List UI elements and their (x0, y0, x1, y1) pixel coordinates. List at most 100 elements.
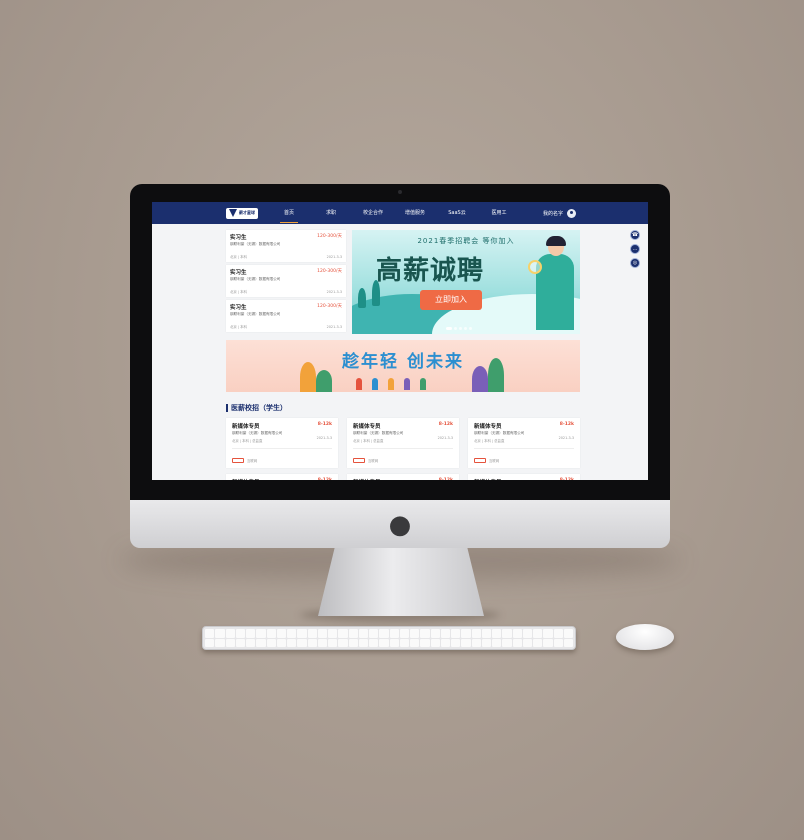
keyboard-key (317, 629, 327, 638)
nav-item-medical-staffing[interactable]: 医用工 (478, 202, 520, 224)
job-salary: 8-12k (438, 422, 453, 427)
person-illustration (528, 236, 574, 330)
apple-logo-icon: ● (388, 510, 412, 540)
industry-tag: 互联网 (368, 459, 379, 463)
keyboard-key (461, 629, 471, 638)
chat-icon[interactable]: … (630, 244, 640, 254)
person-figure (404, 378, 410, 390)
keyboard-key (369, 629, 379, 638)
person-figure (420, 378, 426, 390)
job-date: 2021-3-3 (437, 436, 453, 440)
keyboard-key (338, 638, 348, 647)
nav-item-value-added[interactable]: 增值服务 (394, 202, 436, 224)
people-illustration (356, 378, 426, 390)
keyboard-key (287, 638, 297, 647)
keyboard-key (317, 638, 327, 647)
carousel-dot[interactable] (464, 327, 467, 330)
keyboard-key (461, 638, 471, 647)
campus-job-card[interactable]: 新媒体专员 8-12k 钢联利豪（无锡）数据有限公司 北京 | 本科 | 总监直… (226, 418, 338, 468)
job-date: 2021-3-3 (326, 325, 342, 329)
monitor-chin: ● (130, 500, 670, 548)
keyboard-key (307, 629, 317, 638)
keyboard-key (389, 638, 399, 647)
keyboard-key (358, 638, 368, 647)
campus-job-card[interactable]: 新媒体专员 8-12k (226, 474, 338, 480)
keyboard-key (471, 629, 481, 638)
keyboard (202, 626, 576, 650)
job-meta: 北京 | 本科 (230, 325, 247, 329)
carousel-dot[interactable] (469, 327, 472, 330)
keyboard-key (440, 629, 450, 638)
job-card[interactable]: 实习生 120-300/天 钢联利豪（无锡）数据有限公司 北京 | 本科 202… (226, 265, 346, 297)
promo-title: 趁年轻 创未来 (342, 352, 464, 372)
job-company: 钢联利豪（无锡）数据有限公司 (230, 242, 281, 246)
phone-icon[interactable]: ☎ (630, 230, 640, 240)
company-logo-icon (232, 458, 244, 463)
user-menu[interactable]: 我的名字 (543, 202, 576, 224)
keyboard-key (205, 629, 215, 638)
service-icon[interactable]: ◎ (630, 258, 640, 268)
keyboard-key (266, 629, 276, 638)
keyboard-key (522, 638, 532, 647)
campus-job-cards-row-2: 新媒体专员 8-12k 新媒体专员 8-12k 新媒体专员 8-12k (226, 474, 580, 480)
section-title: 医薪校招（学生） (226, 404, 580, 412)
campus-job-card[interactable]: 新媒体专员 8-12k 钢联利豪（无锡）数据有限公司 北京 | 本科 | 总监直… (468, 418, 580, 468)
keyboard-key (215, 629, 225, 638)
company-info: 互联网 (353, 458, 378, 463)
job-meta: 北京 | 本科 (230, 290, 247, 294)
carousel-dot[interactable] (459, 327, 462, 330)
keyboard-key (225, 638, 235, 647)
avatar[interactable] (567, 208, 576, 218)
nav-item-school-enterprise[interactable]: 校企合作 (352, 202, 394, 224)
side-tools: ☎ … ◎ (630, 230, 640, 268)
keyboard-key (430, 638, 440, 647)
job-card[interactable]: 实习生 120-300/天 钢联利豪（无锡）数据有限公司 北京 | 本科 202… (226, 230, 346, 262)
campus-job-card[interactable]: 新媒体专员 8-12k (347, 474, 459, 480)
join-now-button[interactable]: 立即加入 (420, 290, 482, 310)
company-logo-icon (474, 458, 486, 463)
carousel-dot[interactable] (454, 327, 457, 330)
person-figure (388, 378, 394, 390)
hero-banner[interactable]: 2021春季招聘会 等你加入 高薪诚聘 立即加入 (352, 230, 580, 334)
job-salary: 8-12k (317, 422, 332, 427)
keyboard-key (533, 629, 543, 638)
keyboard-key (225, 629, 235, 638)
nav-item-saas[interactable]: SaaS云 (436, 202, 478, 224)
keyboard-key (338, 629, 348, 638)
keyboard-key (348, 638, 358, 647)
job-date: 2021-3-3 (326, 290, 342, 294)
keyboard-key (451, 638, 461, 647)
job-company: 钢联利豪（无锡）数据有限公司 (230, 277, 281, 281)
keyboard-key (471, 638, 481, 647)
campus-job-card[interactable]: 新媒体专员 8-12k 钢联利豪（无锡）数据有限公司 北京 | 本科 | 总监直… (347, 418, 459, 468)
keyboard-key (502, 638, 512, 647)
keyboard-key (543, 638, 553, 647)
campus-job-card[interactable]: 新媒体专员 8-12k (468, 474, 580, 480)
keyboard-key (389, 629, 399, 638)
keyboard-key (205, 638, 215, 647)
job-card[interactable]: 实习生 120-300/天 钢联利豪（无锡）数据有限公司 北京 | 本科 202… (226, 300, 346, 332)
keyboard-key (410, 629, 420, 638)
keyboard-key (543, 629, 553, 638)
person-hair (546, 236, 566, 246)
keyboard-key (256, 629, 266, 638)
promo-banner[interactable]: 趁年轻 创未来 (226, 340, 580, 392)
nav-item-jobs[interactable]: 求职 (310, 202, 352, 224)
job-date: 2021-3-3 (558, 436, 574, 440)
banner-title: 高薪诚聘 (376, 256, 485, 286)
keyboard-key (492, 638, 502, 647)
keyboard-key (215, 638, 225, 647)
screen: 薪才星球 首页 求职 校企合作 增值服务 SaaS云 医用工 我的名字 ☎ … … (152, 202, 648, 480)
keyboard-key (348, 629, 358, 638)
carousel-dot[interactable] (446, 327, 452, 330)
top-row: 实习生 120-300/天 钢联利豪（无锡）数据有限公司 北京 | 本科 202… (226, 230, 580, 334)
keyboard-key (379, 629, 389, 638)
keyboard-key (379, 638, 389, 647)
keyboard-key (358, 629, 368, 638)
keyboard-key (276, 638, 286, 647)
nav-item-home[interactable]: 首页 (268, 202, 310, 224)
keyboard-key (297, 629, 307, 638)
site-logo[interactable]: 薪才星球 (226, 207, 258, 219)
job-salary: 120-300/天 (317, 234, 342, 239)
keyboard-key (563, 629, 573, 638)
